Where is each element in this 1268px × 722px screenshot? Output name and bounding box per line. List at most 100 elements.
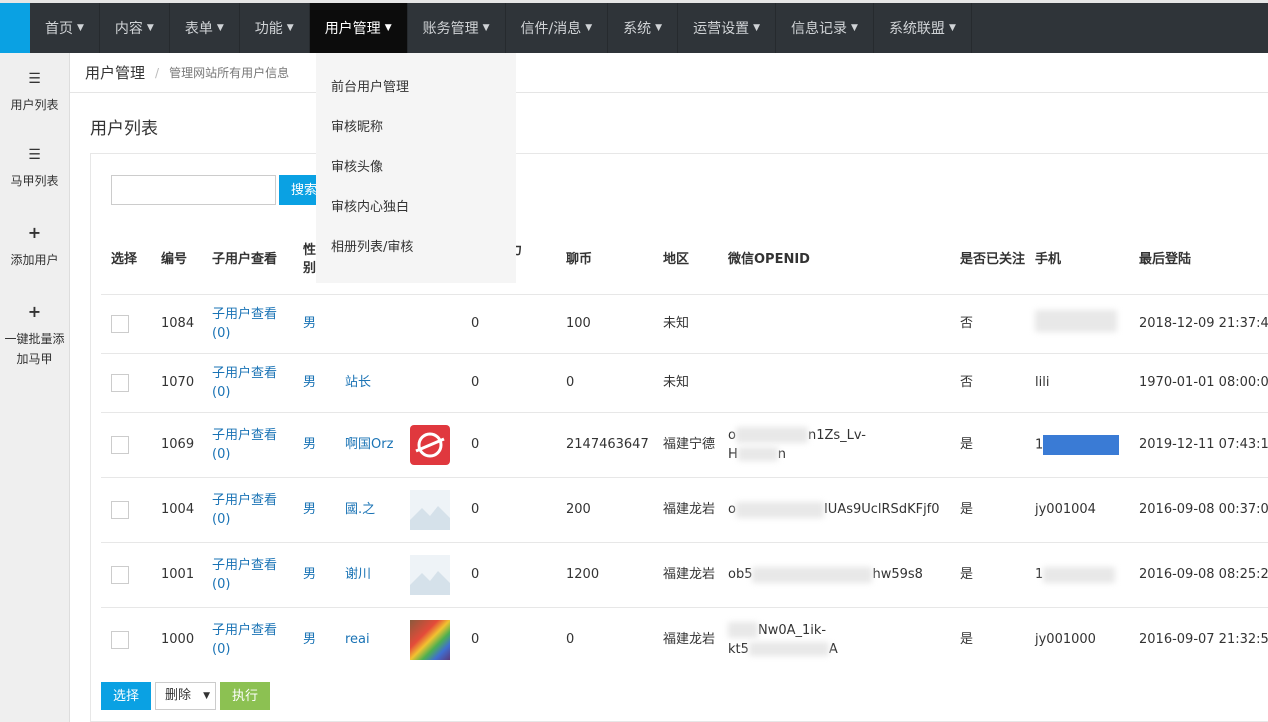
col-header-select: 选择	[111, 251, 138, 267]
phone-value: lili	[1025, 352, 1129, 412]
nav-user-management[interactable]: 用户管理 ▼	[309, 3, 408, 53]
nav-label: 系统联盟	[888, 21, 945, 37]
breadcrumb-description: 管理网站所有用户信息	[169, 66, 290, 80]
openid-value	[718, 293, 950, 353]
col-header-subusers: 子用户查看	[212, 251, 278, 267]
nav-content[interactable]: 内容 ▼	[100, 3, 170, 53]
table-row: 1000 子用户查看(0) 男 reai 0 0 福建龙岩 Nw0A_1ik-k…	[101, 606, 1268, 672]
nav-accounts[interactable]: 账务管理 ▼	[408, 3, 506, 53]
avatar[interactable]	[410, 554, 450, 595]
dropdown-item-review-avatar[interactable]: 审核头像	[316, 148, 516, 188]
charm-value: 0	[461, 352, 556, 412]
gender-link[interactable]: 男	[303, 567, 316, 582]
dropdown-item-review-monologue[interactable]: 审核内心独白	[316, 188, 516, 228]
sidebar-item-label: 马甲列表	[10, 174, 59, 188]
action-select[interactable]: 删除 ▼	[155, 682, 217, 710]
followed-value: 是	[950, 476, 1025, 542]
nav-system[interactable]: 系统 ▼	[608, 3, 679, 53]
openid-value	[718, 352, 950, 412]
table-row: 1084 子用户查看(0) 男 0 100 未知 否 2018-12-09 21…	[101, 293, 1268, 353]
row-checkbox[interactable]	[111, 314, 129, 333]
sidebar-item-vest-list[interactable]: ☰ 马甲列表	[0, 147, 69, 191]
col-header-followed: 是否已关注	[960, 251, 1026, 267]
nav-operations[interactable]: 运营设置 ▼	[678, 3, 777, 53]
row-checkbox[interactable]	[111, 435, 129, 454]
search-input[interactable]	[111, 175, 276, 205]
bulk-actions: 选择 删除 ▼ 执行	[101, 682, 271, 710]
gender-link[interactable]: 男	[303, 632, 316, 647]
row-checkbox[interactable]	[111, 500, 129, 519]
redacted-openid	[735, 501, 824, 518]
sidebar: ☰ 用户列表 ☰ 马甲列表 + 添加用户 + 一键批量添加马甲	[0, 53, 70, 722]
sidebar-item-add-user[interactable]: + 添加用户	[0, 223, 69, 270]
avatar[interactable]	[410, 424, 450, 465]
plus-icon: +	[27, 302, 42, 321]
last-login-value: 2016-09-07 21:32:51	[1129, 606, 1268, 672]
subuser-link[interactable]: 子用户查看(0)	[212, 366, 277, 400]
coins-value: 100	[556, 293, 653, 353]
nav-label: 功能	[254, 21, 283, 37]
subuser-link[interactable]: 子用户查看(0)	[212, 428, 277, 462]
sidebar-item-user-list[interactable]: ☰ 用户列表	[0, 71, 69, 115]
brand-logo[interactable]	[0, 3, 30, 53]
execute-button[interactable]: 执行	[220, 682, 271, 710]
subuser-link[interactable]: 子用户查看(0)	[212, 307, 277, 341]
row-checkbox[interactable]	[111, 630, 129, 649]
phone-value: jy001000	[1025, 606, 1129, 672]
nav-alliance[interactable]: 系统联盟 ▼	[874, 3, 972, 53]
nickname-link[interactable]: reai	[345, 632, 370, 647]
nickname-link[interactable]: 谢川	[345, 567, 371, 582]
redacted-phone	[1043, 566, 1116, 583]
openid-prefix: o	[728, 427, 736, 443]
nickname-link[interactable]: 啊国Orz	[345, 437, 393, 452]
user-table: 选择 编号 子用户查看 性别 魅力 聊币 地区 微信OPENID 是否已关注 手…	[101, 226, 1268, 672]
dropdown-item-review-nickname[interactable]: 审核昵称	[316, 108, 516, 148]
subuser-link[interactable]: 子用户查看(0)	[212, 558, 277, 592]
sidebar-item-batch-add-vest[interactable]: + 一键批量添加马甲	[0, 302, 69, 369]
followed-value: 是	[950, 411, 1025, 477]
phone-prefix: 1	[1035, 437, 1044, 452]
plus-icon: +	[27, 223, 42, 242]
gender-link[interactable]: 男	[303, 316, 316, 331]
nickname-link[interactable]: 國.之	[345, 502, 375, 517]
followed-value: 是	[950, 541, 1025, 607]
phone-value	[1025, 293, 1129, 353]
gender-link[interactable]: 男	[303, 437, 316, 452]
gender-link[interactable]: 男	[303, 502, 316, 517]
redacted-phone	[1035, 309, 1117, 332]
gender-link[interactable]: 男	[303, 375, 316, 390]
main-nav: 首页 ▼ 内容 ▼ 表单 ▼ 功能 ▼ 用户管理 ▼ 账务管理 ▼ 信件/消息 ▼ 系统 ▼ 运…	[30, 3, 972, 53]
nav-features[interactable]: 功能 ▼	[240, 3, 310, 53]
nav-messages[interactable]: 信件/消息 ▼	[506, 3, 609, 53]
caret-down-icon: ▼	[286, 23, 294, 33]
last-login-value: 2016-09-08 00:37:05	[1129, 476, 1268, 542]
user-id: 1084	[151, 293, 202, 353]
row-checkbox[interactable]	[111, 565, 129, 584]
nickname-link[interactable]: 站长	[345, 375, 371, 390]
coins-value: 0	[556, 606, 653, 672]
nav-forms[interactable]: 表单 ▼	[170, 3, 240, 53]
followed-value: 是	[950, 606, 1025, 672]
avatar[interactable]	[410, 619, 450, 660]
caret-down-icon: ▼	[585, 23, 593, 33]
caret-down-icon: ▼	[753, 23, 761, 33]
last-login-value: 1970-01-01 08:00:00	[1129, 352, 1268, 412]
select-all-button[interactable]: 选择	[101, 682, 152, 710]
nav-records[interactable]: 信息记录 ▼	[776, 3, 874, 53]
avatar[interactable]	[410, 489, 450, 530]
coins-value: 2147463647	[556, 411, 653, 477]
user-id: 1070	[151, 352, 202, 412]
breadcrumb-title[interactable]: 用户管理	[85, 62, 145, 83]
region-value: 福建宁德	[653, 411, 718, 477]
region-value: 福建龙岩	[653, 541, 718, 607]
subuser-link[interactable]: 子用户查看(0)	[212, 493, 277, 527]
openid-value: o IUAs9UclRSdKFjf0	[718, 476, 950, 542]
nav-label: 首页	[45, 21, 73, 37]
breadcrumb-separator: /	[155, 65, 160, 80]
row-checkbox[interactable]	[111, 373, 129, 392]
dropdown-item-album-review[interactable]: 相册列表/审核	[316, 228, 516, 268]
subuser-link[interactable]: 子用户查看(0)	[212, 623, 277, 657]
dropdown-item-frontend-users[interactable]: 前台用户管理	[316, 68, 516, 108]
user-id: 1000	[151, 606, 202, 672]
nav-home[interactable]: 首页 ▼	[30, 3, 100, 53]
